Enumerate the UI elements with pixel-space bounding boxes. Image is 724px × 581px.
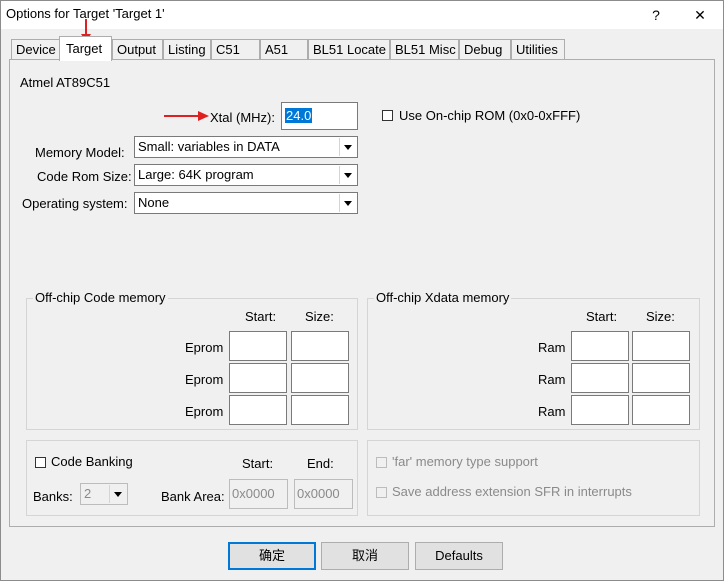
tab-label: BL51 Locate: [313, 42, 387, 57]
tab-utilities[interactable]: Utilities: [511, 39, 565, 59]
ram-label: Ram: [538, 404, 566, 419]
ram-size-input[interactable]: [632, 395, 690, 425]
tab-target[interactable]: Target: [59, 36, 112, 61]
code-banking-checkbox[interactable]: [35, 457, 46, 468]
os-label: Operating system:: [22, 196, 128, 211]
ram-size-input[interactable]: [632, 331, 690, 361]
start-header: Start:: [242, 456, 274, 471]
far-memory-label: 'far' memory type support: [392, 454, 538, 469]
banks-value: 2: [84, 486, 92, 501]
far-memory-group: 'far' memory type support Save address e…: [367, 440, 700, 516]
os-select[interactable]: None: [134, 192, 358, 214]
tab-device[interactable]: Device: [11, 39, 60, 59]
code-memory-group: Off-chip Code memory Start: Size: Eprom …: [26, 290, 358, 430]
far-memory-checkbox[interactable]: [376, 457, 387, 468]
ok-button[interactable]: 确定: [228, 542, 316, 570]
ram-start-input[interactable]: [571, 363, 629, 393]
xtal-label: Xtal (MHz):: [210, 110, 275, 125]
onchip-rom-checkbox[interactable]: [382, 110, 393, 121]
close-button[interactable]: ✕: [685, 4, 715, 26]
eprom-start-input[interactable]: [229, 395, 287, 425]
tab-label: Utilities: [516, 42, 558, 57]
start-header: Start:: [245, 309, 277, 324]
ram-size-input[interactable]: [632, 363, 690, 393]
end-header: End:: [307, 456, 334, 471]
xdata-memory-group: Off-chip Xdata memory Start: Size: Ram R…: [367, 290, 700, 430]
bank-area-start-value: 0x0000: [232, 486, 275, 501]
cancel-button[interactable]: 取消: [321, 542, 409, 570]
help-button[interactable]: ?: [641, 4, 671, 26]
chevron-down-icon[interactable]: [339, 166, 356, 184]
xtal-value: 24.0: [285, 108, 313, 123]
code-rom-value: Large: 64K program: [138, 167, 254, 182]
options-dialog: Options for Target 'Target 1' ? ✕ Device…: [0, 0, 724, 581]
memory-model-select[interactable]: Small: variables in DATA: [134, 136, 358, 158]
tab-debug[interactable]: Debug: [459, 39, 511, 59]
onchip-rom-label: Use On-chip ROM (0x0-0xFFF): [399, 108, 581, 123]
code-banking-group: Code Banking Start: End: Banks: 2 Bank A…: [26, 440, 358, 516]
eprom-size-input[interactable]: [291, 331, 349, 361]
banks-label: Banks:: [33, 489, 73, 504]
bank-area-end-input[interactable]: 0x0000: [294, 479, 353, 509]
chevron-down-icon[interactable]: [109, 485, 126, 503]
tab-label: Listing: [168, 42, 206, 57]
banks-select[interactable]: 2: [80, 483, 128, 505]
tab-label: A51: [265, 42, 289, 57]
bank-area-end-value: 0x0000: [297, 486, 340, 501]
code-banking-label: Code Banking: [51, 454, 133, 469]
tab-c51[interactable]: C51: [211, 39, 260, 59]
tab-label: Debug: [464, 42, 503, 57]
ram-label: Ram: [538, 372, 566, 387]
memory-model-value: Small: variables in DATA: [138, 139, 280, 154]
tab-label: BL51 Misc: [395, 42, 456, 57]
target-tab-panel: Atmel AT89C51 Xtal (MHz): 24.0 Use On-ch…: [9, 59, 715, 527]
save-sfr-label: Save address extension SFR in interrupts: [392, 484, 632, 499]
bank-area-label: Bank Area:: [161, 489, 225, 504]
device-name: Atmel AT89C51: [20, 75, 111, 90]
code-rom-select[interactable]: Large: 64K program: [134, 164, 358, 186]
chevron-down-icon[interactable]: [339, 138, 356, 156]
code-rom-label: Code Rom Size:: [37, 169, 132, 184]
tab-output[interactable]: Output: [112, 39, 163, 59]
size-header: Size:: [646, 309, 675, 324]
tab-bl51-locate[interactable]: BL51 Locate: [308, 39, 390, 59]
eprom-start-input[interactable]: [229, 331, 287, 361]
save-sfr-checkbox[interactable]: [376, 487, 387, 498]
ram-start-input[interactable]: [571, 331, 629, 361]
code-memory-title: Off-chip Code memory: [33, 290, 168, 305]
os-value: None: [138, 195, 170, 210]
tab-listing[interactable]: Listing: [163, 39, 211, 59]
start-header: Start:: [586, 309, 618, 324]
tab-label: Output: [117, 42, 157, 57]
memory-model-label: Memory Model:: [35, 145, 125, 160]
tab-label: Target: [66, 41, 103, 56]
title-bar: Options for Target 'Target 1' ? ✕: [1, 1, 723, 29]
eprom-size-input[interactable]: [291, 395, 349, 425]
tab-a51[interactable]: A51: [260, 39, 308, 59]
xdata-memory-title: Off-chip Xdata memory: [374, 290, 512, 305]
tab-label: Device: [16, 42, 56, 57]
defaults-button[interactable]: Defaults: [415, 542, 503, 570]
eprom-label: Eprom: [185, 372, 224, 387]
size-header: Size:: [305, 309, 334, 324]
tab-label: C51: [216, 42, 240, 57]
eprom-label: Eprom: [185, 404, 224, 419]
eprom-start-input[interactable]: [229, 363, 287, 393]
eprom-label: Eprom: [185, 340, 224, 355]
xtal-input[interactable]: 24.0: [281, 102, 358, 130]
ram-label: Ram: [538, 340, 566, 355]
annotation-arrow-icon: [164, 111, 209, 121]
bank-area-start-input[interactable]: 0x0000: [229, 479, 288, 509]
chevron-down-icon[interactable]: [339, 194, 356, 212]
ram-start-input[interactable]: [571, 395, 629, 425]
eprom-size-input[interactable]: [291, 363, 349, 393]
tab-bl51-misc[interactable]: BL51 Misc: [390, 39, 459, 59]
